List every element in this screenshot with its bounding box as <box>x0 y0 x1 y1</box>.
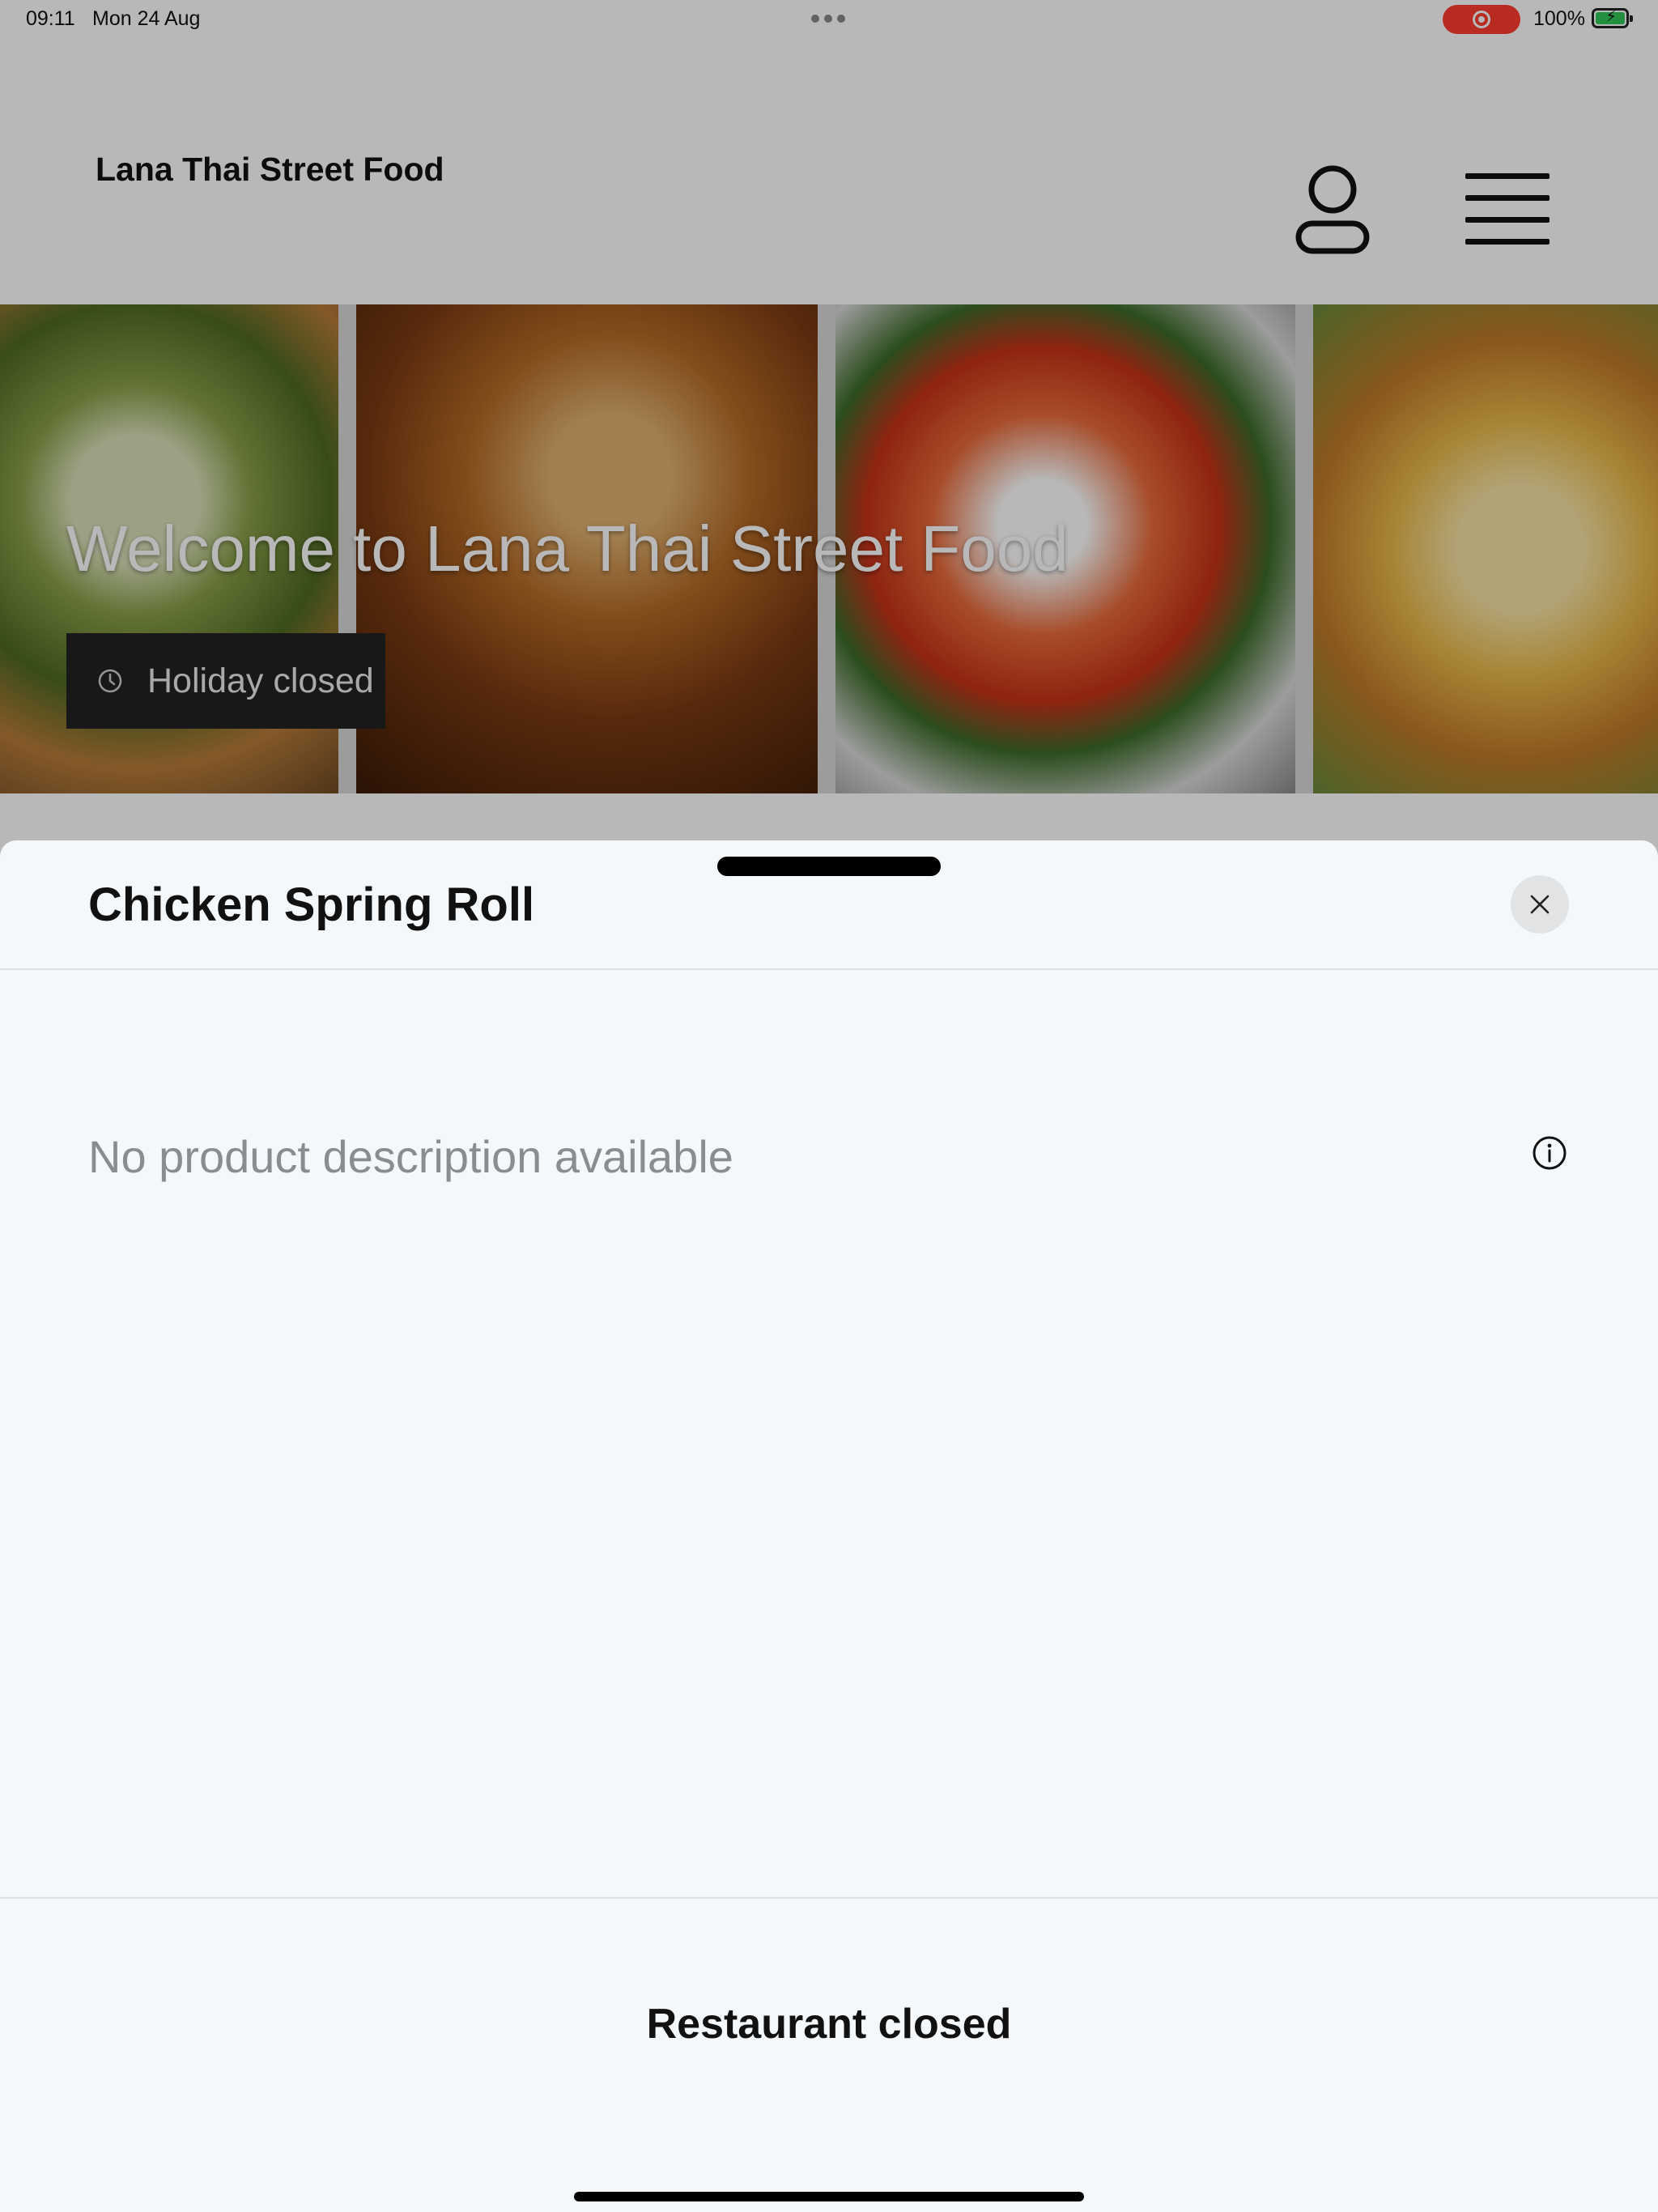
divider <box>0 968 1658 970</box>
close-icon <box>1530 895 1550 914</box>
info-icon[interactable] <box>1532 1135 1567 1171</box>
sheet-grabber[interactable] <box>717 857 941 876</box>
product-title: Chicken Spring Roll <box>88 878 535 931</box>
product-description: No product description available <box>88 1131 733 1182</box>
restaurant-status-label: Restaurant closed <box>646 2001 1012 2048</box>
home-indicator[interactable] <box>574 2192 1084 2201</box>
divider <box>0 1897 1658 1899</box>
product-detail-sheet: Chicken Spring Roll No product descripti… <box>0 840 1658 2212</box>
close-button[interactable] <box>1511 875 1569 934</box>
